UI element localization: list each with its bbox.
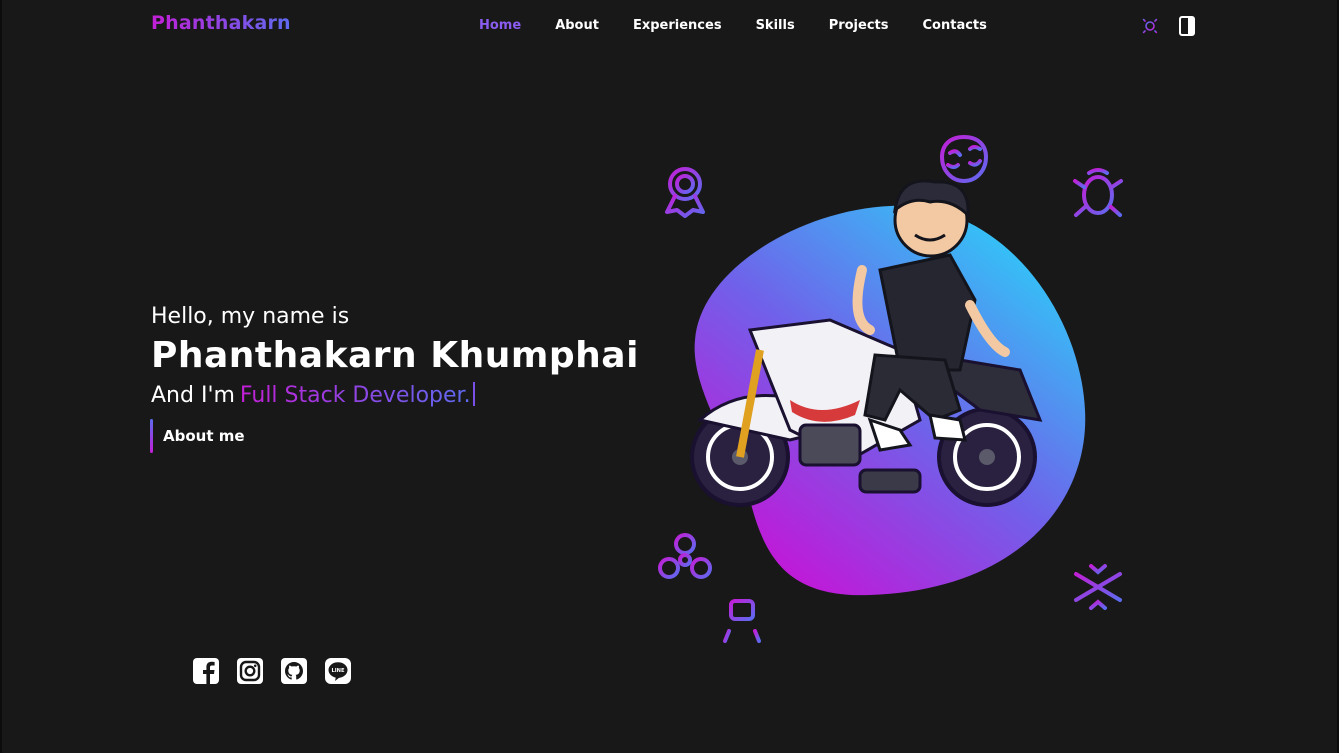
nav-experiences[interactable]: Experiences <box>633 18 722 33</box>
book-icon <box>1179 16 1195 36</box>
brain-icon <box>939 134 989 184</box>
line-icon[interactable]: LINE <box>324 657 352 685</box>
fidget-spinner-icon <box>658 533 712 579</box>
greeting-text: Hello, my name is <box>151 304 350 329</box>
github-icon[interactable] <box>280 657 308 685</box>
nav-about[interactable]: About <box>555 18 599 33</box>
theme-toggle-button[interactable] <box>1139 15 1161 37</box>
jackhammer-icon <box>717 599 767 643</box>
reader-mode-button[interactable] <box>1176 15 1198 37</box>
facebook-icon[interactable] <box>192 657 220 685</box>
snowflake-icon <box>1074 560 1122 614</box>
bug-icon <box>1072 168 1124 217</box>
svg-text:LINE: LINE <box>331 668 345 674</box>
typing-caret <box>472 382 475 406</box>
site-logo[interactable]: Phanthakarn <box>151 12 291 34</box>
nav-contacts[interactable]: Contacts <box>923 18 987 33</box>
role-prefix: And I'm <box>151 383 235 408</box>
page-edge-left <box>0 0 2 753</box>
about-button-accent <box>150 419 153 453</box>
award-ribbon-icon <box>665 167 705 218</box>
social-links: LINE <box>192 657 352 685</box>
sun-icon <box>1140 16 1160 36</box>
about-button-label: About me <box>163 427 245 445</box>
about-me-button[interactable]: About me <box>150 419 245 453</box>
main-nav: Home About Experiences Skills Projects C… <box>479 18 1021 33</box>
instagram-icon[interactable] <box>236 657 264 685</box>
nav-projects[interactable]: Projects <box>829 18 889 33</box>
nav-skills[interactable]: Skills <box>756 18 795 33</box>
role-typed: Full Stack Developer. <box>239 383 471 408</box>
nav-home[interactable]: Home <box>479 18 521 33</box>
role-line: And I'm Full Stack Developer. <box>151 382 475 408</box>
hero-name: Phanthakarn Khumphai <box>151 335 639 376</box>
hero-illustration <box>658 134 1124 643</box>
